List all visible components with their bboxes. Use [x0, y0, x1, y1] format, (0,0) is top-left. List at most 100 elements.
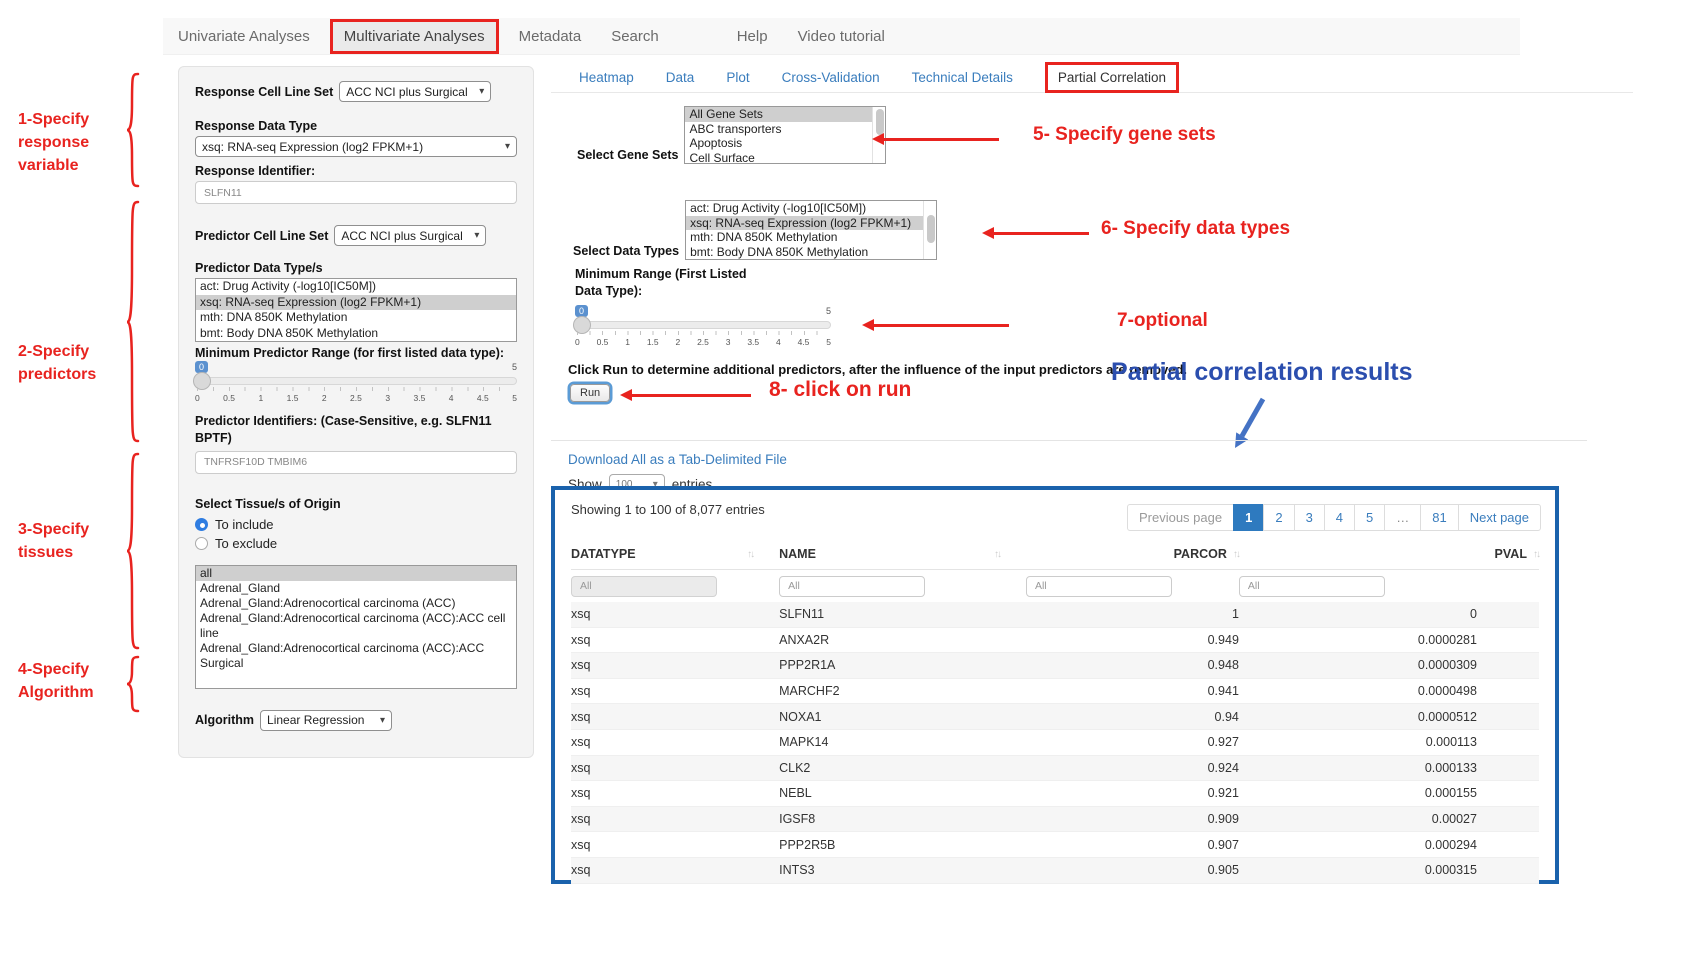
page-number-button[interactable]: 4	[1324, 504, 1355, 531]
slider-ticks	[577, 331, 829, 335]
tissues-label: Select Tissue/s of Origin	[195, 497, 517, 511]
page-number-button[interactable]: …	[1384, 504, 1421, 531]
filter-name-input[interactable]	[779, 576, 925, 597]
list-option[interactable]: Apoptosis	[685, 136, 885, 151]
table-row[interactable]: xsq PPP2R5B 0.907 0.000294	[571, 832, 1539, 858]
list-option[interactable]: xsq: RNA-seq Expression (log2 FPKM+1)	[686, 216, 936, 231]
list-option[interactable]: bmt: Body DNA 850K Methylation	[196, 326, 516, 342]
table-row[interactable]: xsq MARCHF2 0.941 0.0000498	[571, 679, 1539, 705]
page-number-button[interactable]: 81	[1420, 504, 1458, 531]
table-row[interactable]: xsq INTS3 0.905 0.000315	[571, 858, 1539, 884]
list-option[interactable]: Adrenal_Gland	[196, 581, 516, 596]
arrow-step6	[993, 232, 1089, 235]
column-header-parcor[interactable]: PARCOR ↑↓	[1026, 547, 1239, 561]
table-row[interactable]: xsq PPP2R1A 0.948 0.0000309	[571, 653, 1539, 679]
page-number-button[interactable]: 1	[1233, 504, 1264, 531]
chevron-down-icon: ▾	[380, 715, 385, 726]
list-option[interactable]: Adrenal_Gland:Adrenocortical carcinoma (…	[196, 611, 516, 641]
table-filter-row	[571, 570, 1539, 602]
download-all-link[interactable]: Download All as a Tab-Delimited File	[568, 452, 787, 467]
list-option[interactable]: mth: DNA 850K Methylation	[686, 230, 936, 245]
annotation-step8: 8- click on run	[769, 378, 911, 402]
tab-plot[interactable]: Plot	[726, 70, 749, 85]
nav-metadata[interactable]: Metadata	[504, 28, 597, 45]
nav-multivariate-analyses[interactable]: Multivariate Analyses	[330, 19, 499, 54]
table-row[interactable]: xsq ANXA2R 0.949 0.0000281	[571, 628, 1539, 654]
list-option[interactable]: bmt: Body DNA 850K Methylation	[686, 245, 936, 260]
column-header-datatype[interactable]: DATATYPE ↑↓	[571, 547, 779, 561]
slider-max-label: 5	[826, 306, 831, 316]
predictor-cell-line-set-select[interactable]: ACC NCI plus Surgical ▾	[334, 225, 486, 246]
sort-icon[interactable]: ↑↓	[1533, 549, 1539, 560]
table-row[interactable]: xsq IGSF8 0.909 0.00027	[571, 807, 1539, 833]
algorithm-select[interactable]: Linear Regression ▾	[260, 710, 392, 731]
tab-heatmap[interactable]: Heatmap	[579, 70, 634, 85]
cell-parcor: 0.941	[1026, 684, 1239, 698]
filter-pval-input[interactable]	[1239, 576, 1385, 597]
list-option[interactable]: ABC transporters	[685, 122, 885, 137]
min-range-block: Minimum Range (First Listed Data Type): …	[575, 266, 805, 349]
predictor-identifiers-label: Predictor Identifiers: (Case-Sensitive, …	[195, 413, 517, 447]
filter-parcor-input[interactable]	[1026, 576, 1172, 597]
nav-video-tutorial[interactable]: Video tutorial	[783, 28, 900, 45]
cell-name: IGSF8	[779, 812, 1026, 826]
column-header-pval[interactable]: PVAL ↑↓	[1239, 547, 1539, 561]
cell-datatype: xsq	[571, 735, 779, 749]
table-row[interactable]: xsq SLFN11 1 0	[571, 602, 1539, 628]
page-number-button[interactable]: 3	[1294, 504, 1325, 531]
cell-name: NEBL	[779, 786, 1026, 800]
cell-name: SLFN11	[779, 607, 1026, 621]
annotation-step3: 3-Specify tissues	[18, 518, 128, 564]
slider-track[interactable]	[575, 321, 831, 329]
data-types-listbox: act: Drug Activity (-log10[IC50M])xsq: R…	[685, 200, 937, 260]
filter-datatype-input[interactable]	[571, 576, 717, 597]
top-navigation: Univariate Analyses Multivariate Analyse…	[163, 18, 1520, 55]
table-row[interactable]: xsq CLK2 0.924 0.000133	[571, 756, 1539, 782]
table-row[interactable]: xsq MAPK14 0.927 0.000113	[571, 730, 1539, 756]
tissue-exclude-radio[interactable]: To exclude	[195, 536, 517, 551]
sort-icon[interactable]: ↑↓	[747, 549, 753, 560]
scrollbar[interactable]	[923, 201, 936, 259]
tab-partial-correlation[interactable]: Partial Correlation	[1045, 62, 1179, 93]
list-option[interactable]: act: Drug Activity (-log10[IC50M])	[196, 279, 516, 295]
list-option[interactable]: xsq: RNA-seq Expression (log2 FPKM+1)	[196, 295, 516, 311]
table-row[interactable]: xsq NOXA1 0.94 0.0000512	[571, 704, 1539, 730]
sort-icon[interactable]: ↑↓	[994, 549, 1000, 560]
tab-data[interactable]: Data	[666, 70, 695, 85]
nav-univariate-analyses[interactable]: Univariate Analyses	[163, 28, 325, 45]
page-number-button[interactable]: 2	[1263, 504, 1294, 531]
list-option[interactable]: mth: DNA 850K Methylation	[196, 310, 516, 326]
list-option[interactable]: act: Drug Activity (-log10[IC50M])	[686, 201, 936, 216]
list-option[interactable]: Adrenal_Gland:Adrenocortical carcinoma (…	[196, 641, 516, 671]
algorithm-label: Algorithm	[195, 713, 254, 727]
response-identifier-label: Response Identifier:	[195, 164, 517, 178]
nav-help[interactable]: Help	[722, 28, 783, 45]
table-row[interactable]: xsq NEBL 0.921 0.000155	[571, 781, 1539, 807]
slider-tick-label: 1	[258, 393, 263, 403]
annotation-step1: 1-Specify response variable	[18, 108, 128, 178]
cell-name: PPP2R5B	[779, 838, 1026, 852]
tab-technical-details[interactable]: Technical Details	[912, 70, 1013, 85]
list-option[interactable]: all	[196, 566, 516, 581]
response-identifier-input[interactable]: SLFN11	[195, 181, 517, 204]
cell-datatype: xsq	[571, 684, 779, 698]
list-option[interactable]: All Gene Sets	[685, 107, 885, 122]
predictor-cell-line-set-label: Predictor Cell Line Set	[195, 229, 328, 243]
tab-cross-validation[interactable]: Cross-Validation	[782, 70, 880, 85]
tissue-include-radio[interactable]: To include	[195, 517, 517, 532]
column-header-name[interactable]: NAME ↑↓	[779, 547, 1026, 561]
nav-search[interactable]: Search	[596, 28, 674, 45]
predictor-identifiers-input[interactable]: TNFRSF10D TMBIM6	[195, 451, 517, 474]
cell-pval: 0.0000498	[1239, 684, 1539, 698]
next-page-button[interactable]: Next page	[1458, 504, 1541, 531]
slider-track[interactable]	[195, 377, 517, 385]
response-cell-line-set-select[interactable]: ACC NCI plus Surgical ▾	[339, 81, 491, 102]
list-option[interactable]: Adrenal_Gland:Adrenocortical carcinoma (…	[196, 596, 516, 611]
response-data-type-label: Response Data Type	[195, 119, 517, 133]
slider-tick-label: 2	[676, 337, 681, 347]
run-button[interactable]: Run	[570, 384, 610, 402]
page-number-button[interactable]: 5	[1354, 504, 1385, 531]
previous-page-button[interactable]: Previous page	[1127, 504, 1234, 531]
response-data-type-select[interactable]: xsq: RNA-seq Expression (log2 FPKM+1) ▾	[195, 136, 517, 157]
list-option[interactable]: Cell Surface	[685, 151, 885, 165]
